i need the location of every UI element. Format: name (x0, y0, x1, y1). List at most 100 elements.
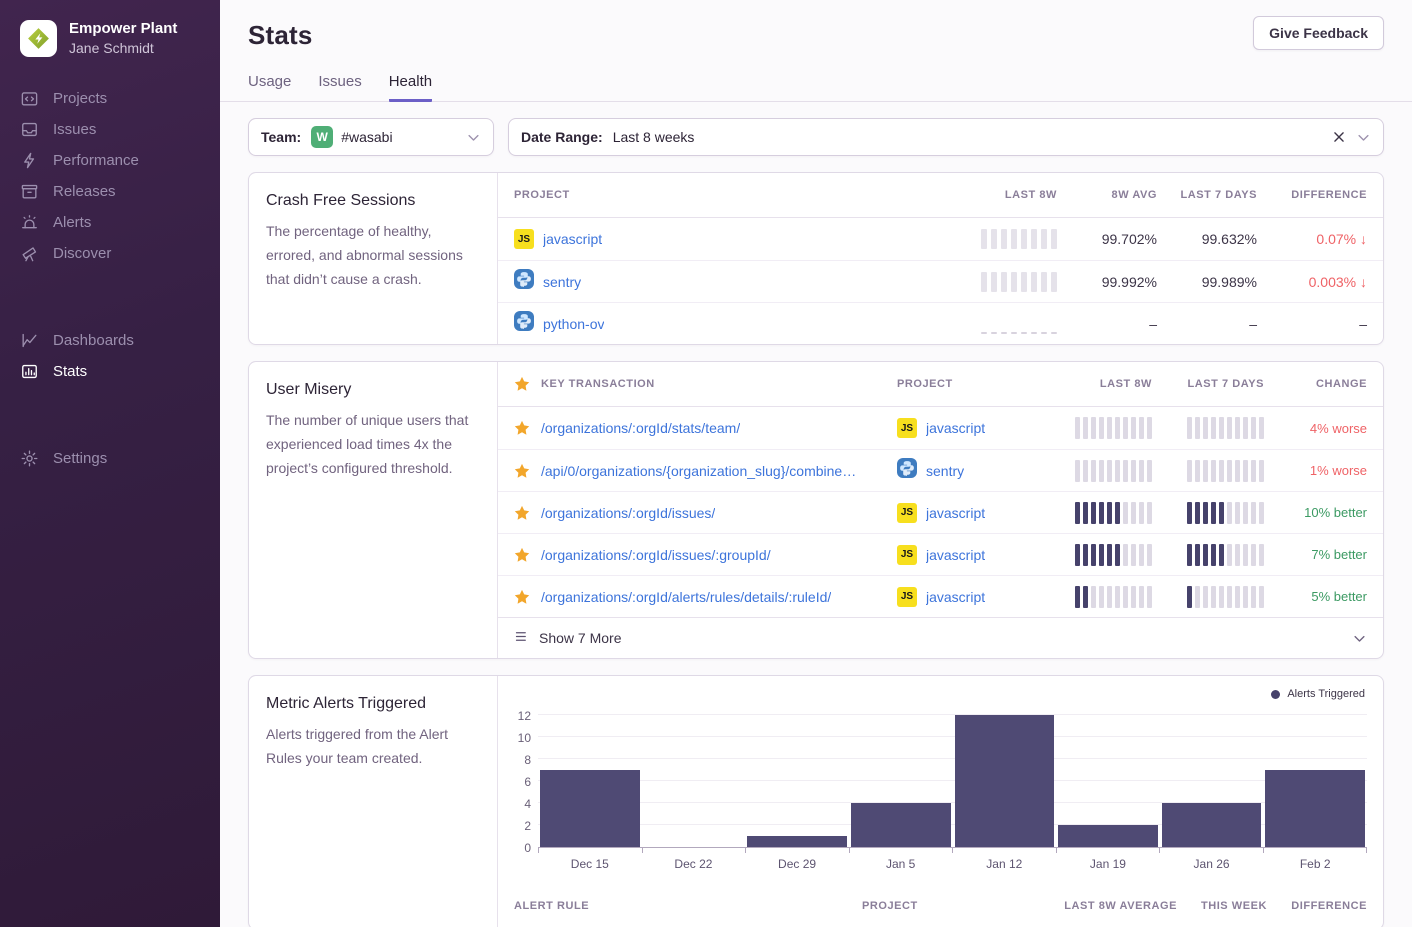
project-link[interactable]: javascript (926, 505, 985, 521)
alerts-table-header: Alert RuleProjectLast 8w AverageThis Wee… (498, 884, 1383, 927)
sparkline-7d-cell (1152, 502, 1264, 524)
avg-8w-value: 99.702% (1057, 231, 1157, 247)
column-header: Change (1264, 378, 1367, 390)
sidebar-item-label: Discover (53, 244, 111, 263)
project-link[interactable]: python-ov (543, 316, 604, 332)
sidebar-item-label: Dashboards (53, 331, 134, 350)
sparkline-7d (1187, 417, 1264, 439)
change-value: 10% better (1264, 505, 1367, 520)
spark-bar (1195, 586, 1200, 608)
filter-bar: Team: W #wasabi Date Range: Last 8 weeks (248, 118, 1384, 156)
transaction-link[interactable]: /organizations/:orgId/issues/:groupId/ (541, 547, 771, 563)
project-link[interactable]: sentry (926, 463, 964, 479)
table-row: JS javascript 99.702%99.632%0.07% ↓ (498, 218, 1383, 260)
chart-bar-cell (642, 688, 746, 847)
sidebar-item-dashboards[interactable]: Dashboards (0, 325, 220, 356)
y-tick-label: 8 (524, 753, 531, 767)
sidebar-nav-tertiary: Settings (0, 443, 220, 474)
sparkline-8w (1075, 417, 1152, 439)
chart-bar-cell (1263, 688, 1367, 847)
spark-bar (1235, 544, 1240, 566)
sidebar-item-stats[interactable]: Stats (0, 356, 220, 387)
sidebar-item-settings[interactable]: Settings (0, 443, 220, 474)
tab-health[interactable]: Health (389, 73, 432, 102)
sidebar-item-label: Projects (53, 89, 107, 108)
chart-bar-cell (745, 688, 849, 847)
spark-bar (1211, 544, 1216, 566)
spark-bar (1235, 460, 1240, 482)
sidebar-item-issues[interactable]: Issues (0, 114, 220, 145)
spark-bar (1131, 502, 1136, 524)
spark-bar (1099, 586, 1104, 608)
column-header: Alert Rule (514, 900, 862, 912)
project-link[interactable]: javascript (926, 589, 985, 605)
transaction-link[interactable]: /organizations/:orgId/stats/team/ (541, 420, 740, 436)
sidebar-item-discover[interactable]: Discover (0, 238, 220, 269)
spark-bar (1251, 417, 1256, 439)
y-tick-label: 6 (524, 775, 531, 789)
spark-bar (1219, 544, 1224, 566)
project-link[interactable]: sentry (543, 274, 581, 290)
star-icon (514, 420, 530, 436)
transaction-link[interactable]: /organizations/:orgId/issues/ (541, 505, 715, 521)
tab-issues[interactable]: Issues (318, 73, 361, 102)
project-link[interactable]: javascript (926, 547, 985, 563)
give-feedback-button[interactable]: Give Feedback (1253, 16, 1384, 50)
org-logo-icon (20, 20, 57, 57)
performance-icon (20, 151, 39, 170)
spark-bar (1031, 229, 1037, 249)
projects-icon (20, 89, 39, 108)
x-tick-label: Dec 22 (642, 857, 746, 871)
spark-bar (1011, 272, 1017, 292)
spark-bar (1107, 502, 1112, 524)
sidebar-item-projects[interactable]: Projects (0, 83, 220, 114)
last-7-days-value: 99.632% (1157, 231, 1257, 247)
sidebar-item-label: Alerts (53, 213, 91, 232)
sidebar: Empower Plant Jane Schmidt Projects Issue… (0, 0, 220, 927)
x-tick (1057, 848, 1161, 853)
team-select[interactable]: Team: W #wasabi (248, 118, 494, 156)
clear-date-icon[interactable] (1332, 130, 1346, 144)
spark-bar (1131, 544, 1136, 566)
chart-plot (538, 688, 1367, 848)
show-more-button[interactable]: Show 7 More (498, 617, 1383, 658)
chart-bar (747, 836, 847, 847)
javascript-platform-icon: JS (897, 503, 917, 523)
transaction-link[interactable]: /organizations/:orgId/alerts/rules/detai… (541, 589, 831, 605)
spark-bar (1227, 544, 1232, 566)
spark-bar (1011, 229, 1017, 249)
javascript-platform-icon: JS (514, 229, 534, 249)
date-range-select[interactable]: Date Range: Last 8 weeks (508, 118, 1384, 156)
star-icon (514, 463, 530, 479)
spark-bar (1083, 544, 1088, 566)
spark-bar (1075, 502, 1080, 524)
sparkline-8w (1075, 502, 1152, 524)
project-cell: JSjavascript (897, 418, 1047, 438)
sidebar-item-performance[interactable]: Performance (0, 145, 220, 176)
org-switcher[interactable]: Empower Plant Jane Schmidt (0, 0, 220, 57)
sparkline-8w-cell (1047, 460, 1152, 482)
sidebar-item-releases[interactable]: Releases (0, 176, 220, 207)
chart-bar (955, 715, 1055, 847)
spark-bar (1243, 460, 1248, 482)
spark-bar (1203, 460, 1208, 482)
crash-table-header: ProjectLast 8w8w AvgLast 7 DaysDifferenc… (498, 173, 1383, 218)
date-range-value: Last 8 weeks (613, 129, 695, 145)
difference-value: 0.07% ↓ (1257, 231, 1367, 247)
project-link[interactable]: javascript (926, 420, 985, 436)
tab-usage[interactable]: Usage (248, 73, 291, 102)
section-title: Metric Alerts Triggered (266, 695, 480, 713)
spark-bar (1107, 586, 1112, 608)
releases-icon (20, 182, 39, 201)
project-cell: sentry (897, 458, 1047, 483)
x-tick-label: Jan 19 (1056, 857, 1160, 871)
transaction-link[interactable]: /api/0/organizations/{organization_slug}… (541, 463, 856, 479)
project-link[interactable]: javascript (543, 231, 602, 247)
project-cell: JS javascript (514, 229, 947, 249)
spark-bar (1031, 332, 1037, 334)
python-platform-icon (514, 311, 534, 336)
spark-bar (1227, 460, 1232, 482)
spark-bar (1031, 272, 1037, 292)
spark-bar (1123, 544, 1128, 566)
sidebar-item-alerts[interactable]: Alerts (0, 207, 220, 238)
